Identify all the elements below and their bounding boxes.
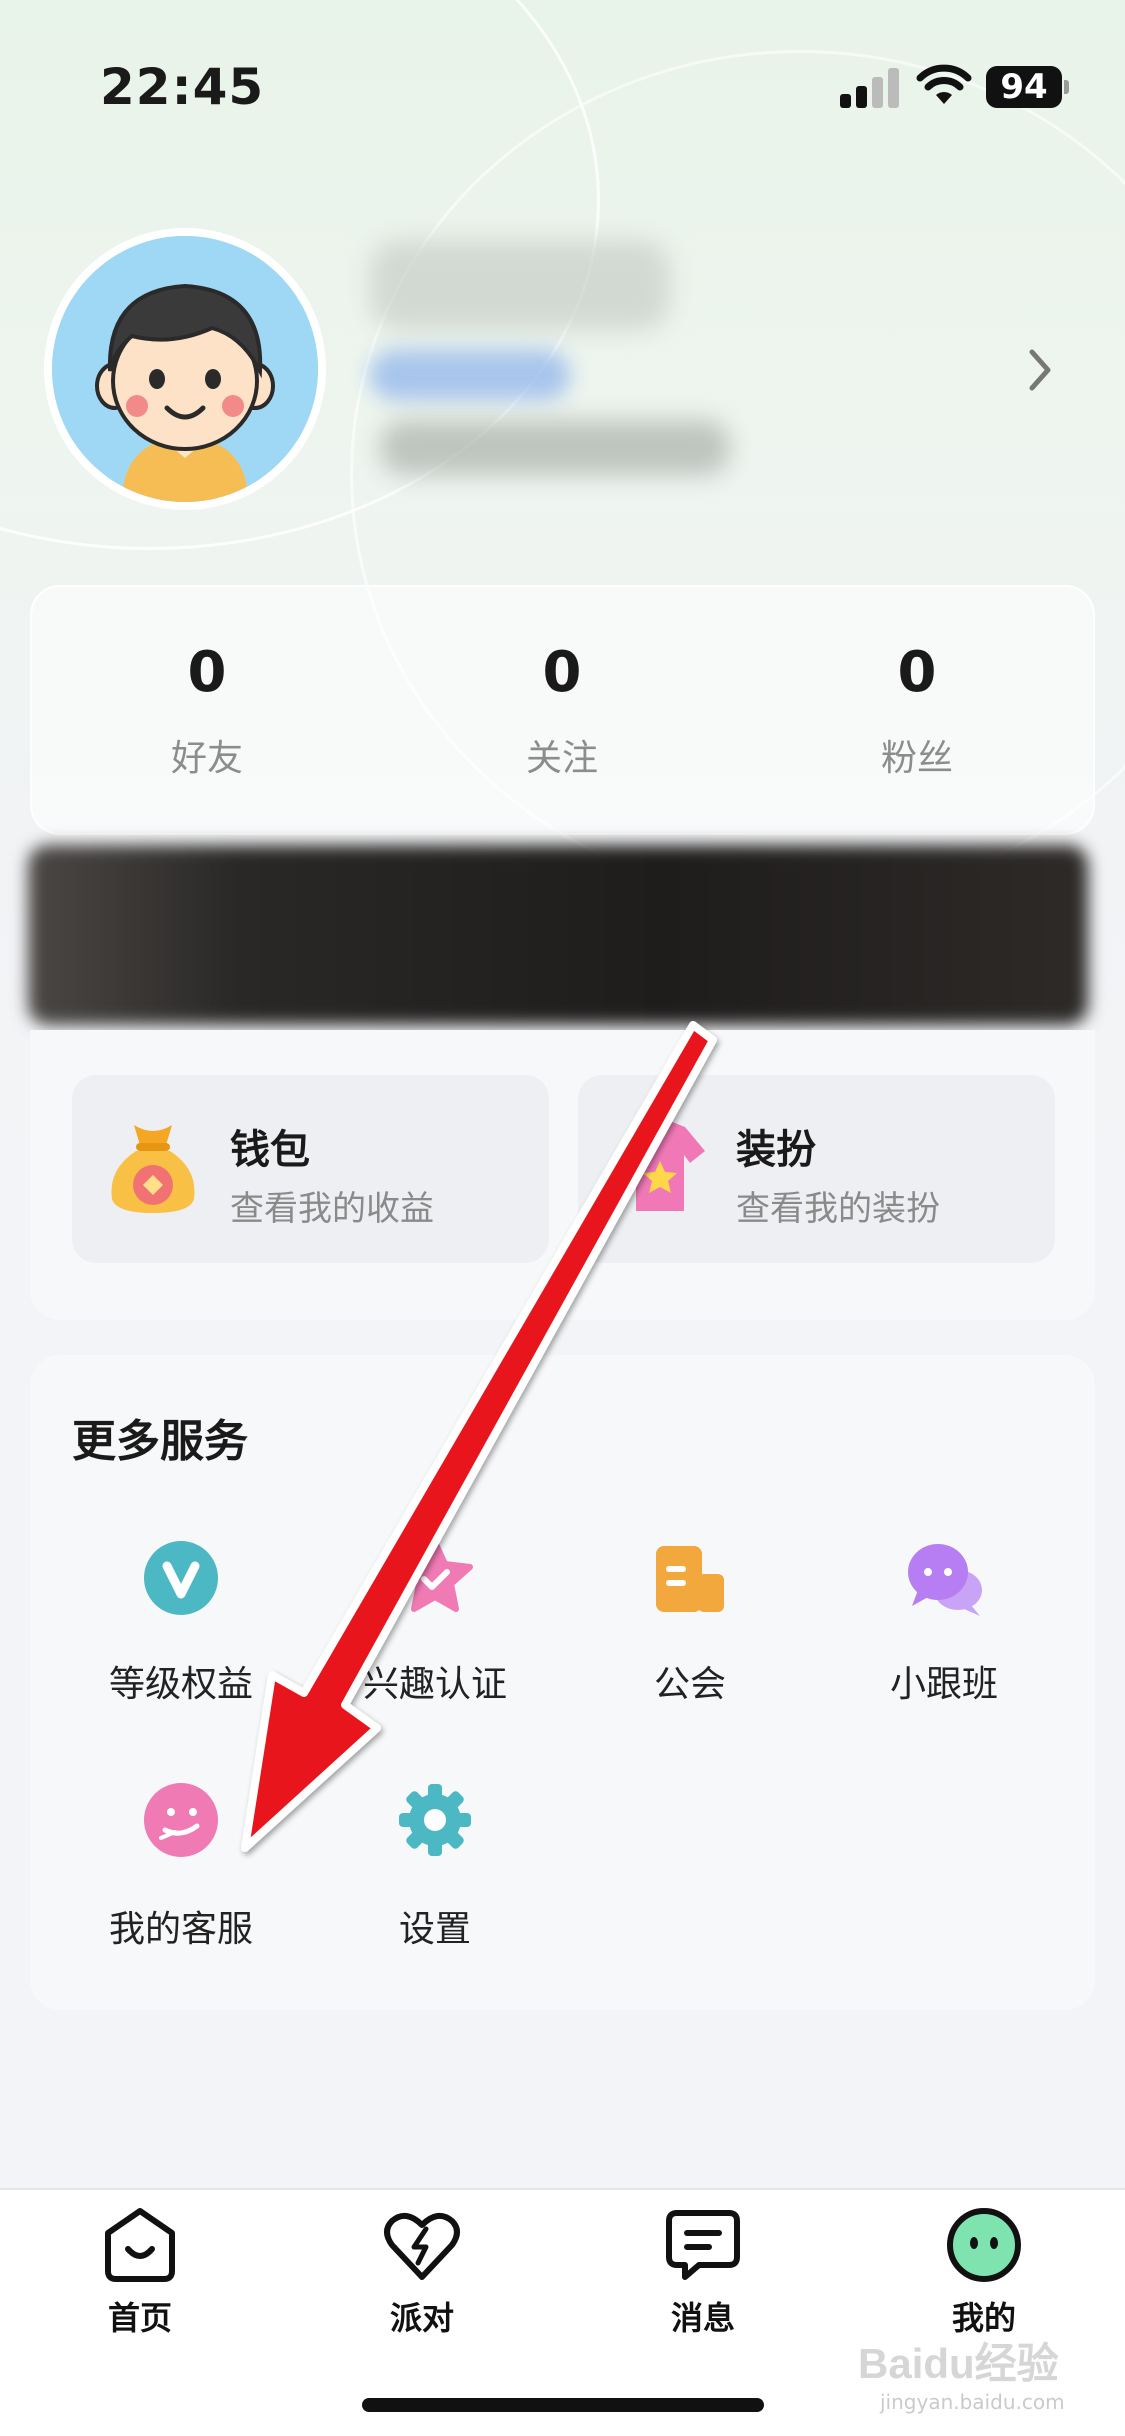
promo-banner-blurred[interactable] bbox=[28, 845, 1088, 1025]
profile-id-blurred bbox=[380, 420, 730, 475]
stat-label: 粉丝 bbox=[880, 738, 953, 779]
avatar[interactable] bbox=[44, 228, 326, 510]
watermark-url: jingyan.baidu.com bbox=[880, 2390, 1065, 2414]
service-label: 我的客服 bbox=[108, 1909, 253, 1950]
stat-label: 好友 bbox=[170, 738, 243, 779]
service-label: 兴趣认证 bbox=[362, 1664, 507, 1705]
stat-value: 0 bbox=[897, 640, 937, 705]
service-label: 小跟班 bbox=[889, 1664, 998, 1705]
section-title: 更多服务 bbox=[72, 1416, 248, 1467]
cellular-signal-icon bbox=[840, 66, 900, 108]
outfit-tile[interactable]: 装扮 查看我的装扮 bbox=[578, 1075, 1055, 1263]
service-label: 公会 bbox=[653, 1664, 726, 1705]
me-face-icon bbox=[947, 2208, 1021, 2282]
tile-subtitle: 查看我的装扮 bbox=[736, 1189, 940, 1229]
status-time: 22:45 bbox=[100, 58, 265, 116]
star-badge-icon bbox=[397, 1539, 473, 1612]
battery-indicator: 94 bbox=[986, 66, 1062, 108]
stat-friends[interactable]: 0 好友 bbox=[57, 640, 357, 781]
message-icon bbox=[666, 2210, 740, 2280]
support-face-icon bbox=[144, 1783, 218, 1857]
profile-name-blurred bbox=[370, 240, 670, 330]
home-indicator[interactable] bbox=[362, 2398, 764, 2412]
status-bar: 22:45 94 bbox=[0, 0, 1125, 150]
wifi-icon bbox=[916, 64, 972, 104]
outfit-icon bbox=[615, 1121, 705, 1211]
stat-following[interactable]: 0 关注 bbox=[412, 640, 712, 781]
nav-label: 消息 bbox=[670, 2299, 735, 2337]
stat-label: 关注 bbox=[525, 738, 598, 779]
v-level-icon bbox=[144, 1541, 218, 1615]
money-bag-icon bbox=[111, 1125, 195, 1213]
profile-tag-blurred bbox=[370, 350, 570, 400]
battery-tip bbox=[1064, 80, 1069, 94]
stat-fans[interactable]: 0 粉丝 bbox=[767, 640, 1067, 781]
avatar-boy-icon bbox=[52, 236, 318, 502]
service-label: 设置 bbox=[398, 1909, 471, 1950]
tile-title: 装扮 bbox=[736, 1127, 816, 1173]
chevron-right-icon[interactable] bbox=[1020, 340, 1060, 400]
wallet-tile[interactable]: 钱包 查看我的收益 bbox=[72, 1075, 549, 1263]
nav-label: 首页 bbox=[107, 2299, 172, 2337]
gear-icon bbox=[399, 1784, 471, 1856]
service-label: 等级权益 bbox=[108, 1664, 253, 1705]
tile-subtitle: 查看我的收益 bbox=[230, 1189, 434, 1229]
watermark-brand: Baidu经验 bbox=[858, 2340, 1059, 2387]
heart-bolt-icon bbox=[384, 2212, 460, 2280]
tile-title: 钱包 bbox=[230, 1127, 310, 1173]
home-icon bbox=[105, 2208, 175, 2282]
chat-bubbles-icon bbox=[908, 1544, 982, 1616]
stat-value: 0 bbox=[187, 640, 227, 705]
stat-value: 0 bbox=[542, 640, 582, 705]
nav-label: 派对 bbox=[389, 2299, 454, 2337]
building-icon bbox=[656, 1546, 724, 1612]
